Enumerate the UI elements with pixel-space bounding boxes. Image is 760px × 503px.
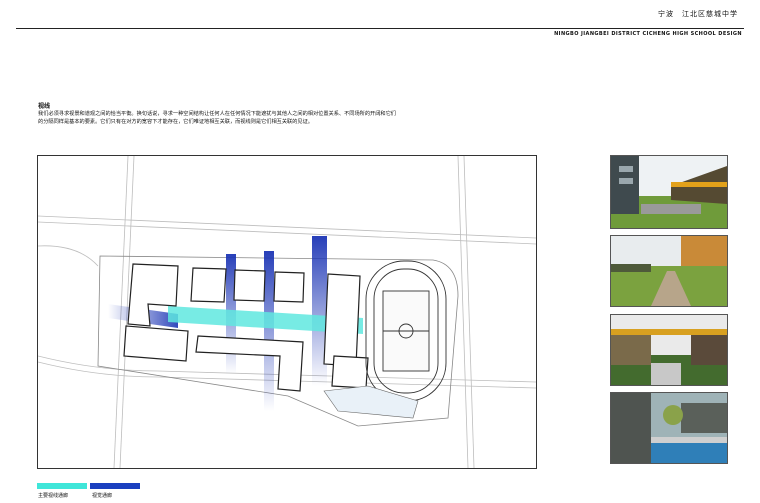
section-title: 视线 [38, 103, 51, 110]
thumbnail-lawn-path [610, 235, 728, 307]
legend-label-view-corridor: 视觉通廊 [92, 493, 113, 499]
plaza [323, 385, 419, 419]
site-plan-frame [37, 155, 537, 469]
section-description: 我们必须寻求视景和道观之间的恰当平衡。换句话说，寻求一种空间结构让任何人在任何情… [38, 111, 396, 125]
header-rule [16, 28, 744, 29]
thumbnail-courtyard [610, 155, 728, 229]
thumbnail-bridge [610, 314, 728, 386]
header-title-cn: 宁波 江北区慈城中学 [658, 10, 738, 18]
thumbnail-pool-trees [610, 392, 728, 464]
legend-swatch-main-corridor [37, 483, 87, 489]
view-corridor-blue-2 [264, 251, 274, 411]
building-outlines [123, 263, 369, 392]
site-plan [38, 156, 536, 468]
legend-label-main-corridor: 主要视线通廊 [38, 493, 69, 499]
header-title-en: NINGBO JIANGBEI DISTRICT CICHENG HIGH SC… [554, 31, 742, 37]
legend-swatch-view-corridor [90, 483, 140, 489]
running-track [365, 260, 447, 402]
